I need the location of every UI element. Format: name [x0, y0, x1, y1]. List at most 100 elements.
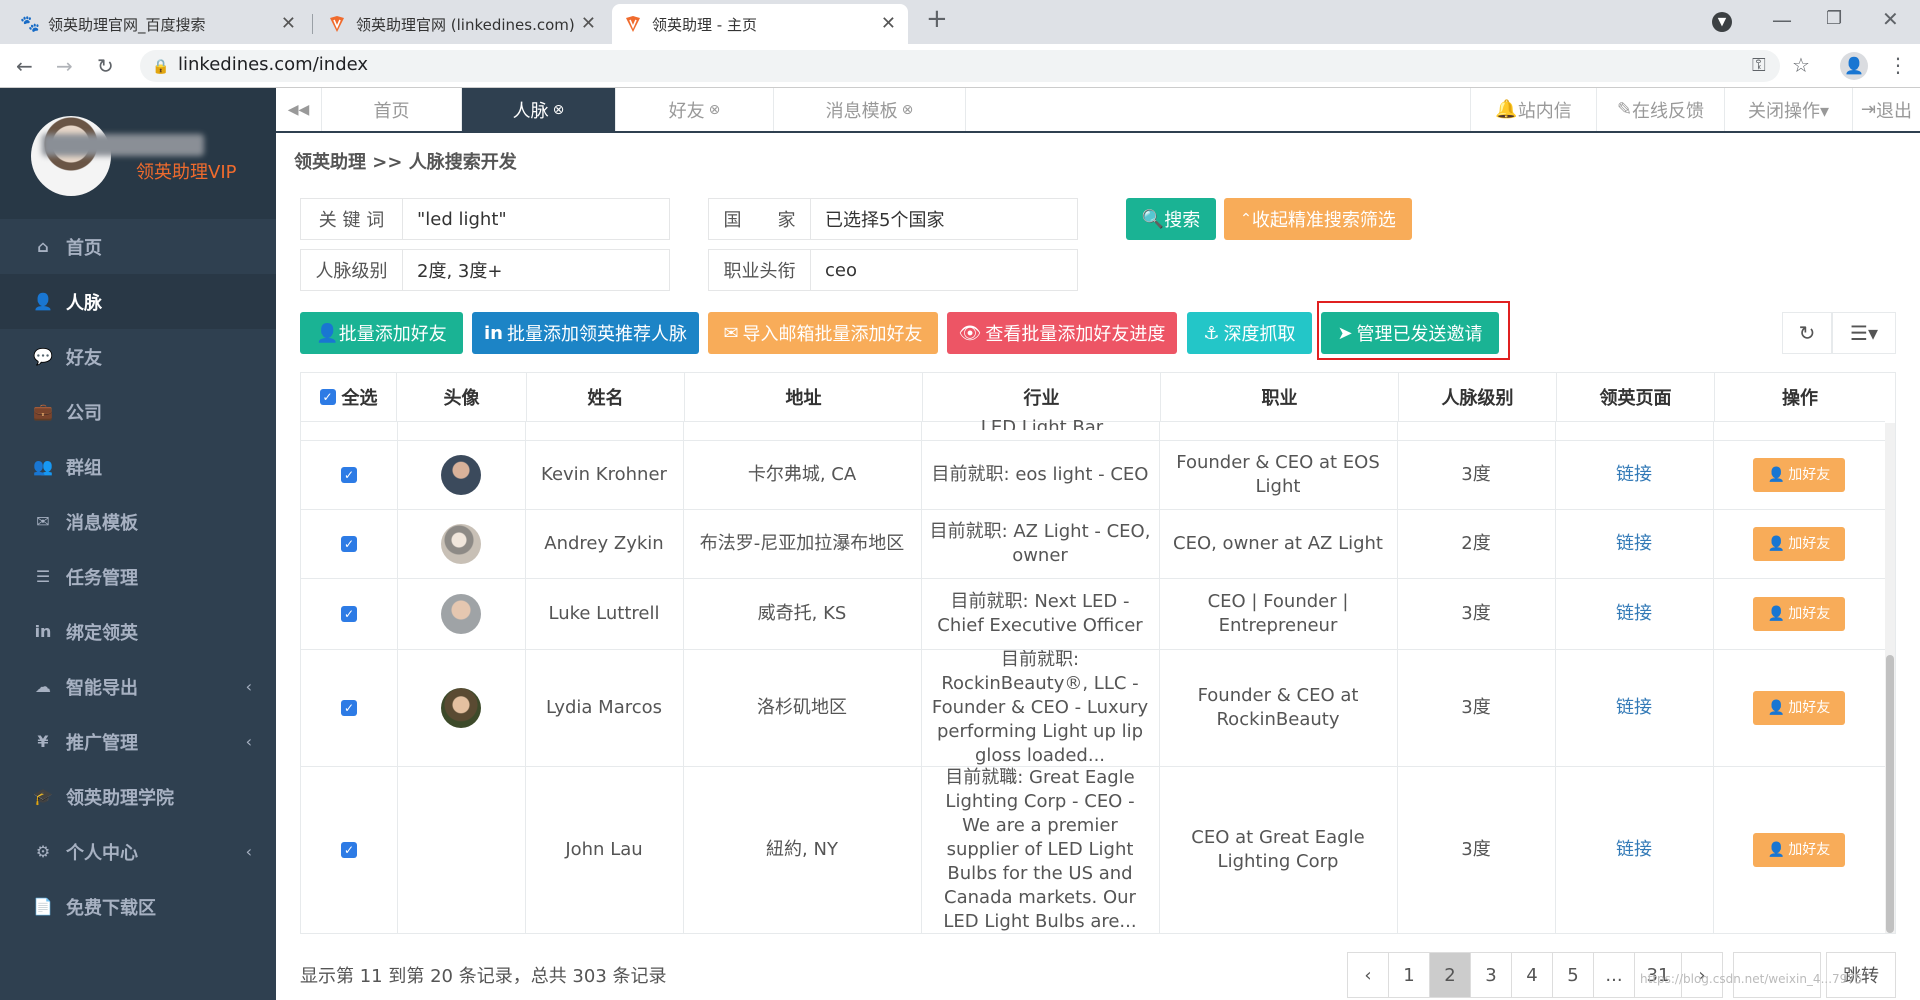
job-title-input[interactable]: ceo — [811, 250, 1077, 290]
table-row-5-select[interactable]: ✓ — [301, 767, 397, 933]
row-checkbox[interactable]: ✓ — [341, 536, 357, 552]
columns-toggle-button[interactable]: ☰▾ — [1832, 312, 1896, 354]
add-friend-button[interactable]: 👤 加好友 — [1753, 691, 1845, 725]
select-all-checkbox[interactable]: ✓ — [319, 388, 336, 405]
page-prev[interactable]: ‹ — [1347, 952, 1389, 998]
table-row-1-select[interactable]: ✓ — [301, 441, 397, 509]
batch-add-friends-button[interactable]: 👤 批量添加好友 — [300, 312, 463, 354]
sidebar-item-friends[interactable]: 💬 好友 — [0, 329, 276, 384]
contact-job: Founder & CEO at EOS Light — [1176, 452, 1380, 497]
table-row-3-select[interactable]: ✓ — [301, 579, 397, 649]
view-progress-button[interactable]: 👁 查看批量添加好友进度 — [947, 312, 1177, 354]
keyword-field: 关 键 词 "led light" — [300, 198, 670, 240]
tab-friends[interactable]: 好友 ⊗ — [616, 88, 774, 131]
sidebar-item-bind-linkedin[interactable]: in 绑定领英 — [0, 604, 276, 659]
sidebar-item-company[interactable]: 💼 公司 — [0, 384, 276, 439]
connection-level-select[interactable]: 2度, 3度+ — [403, 250, 669, 290]
collapse-filters-button[interactable]: ⌃ 收起精准搜索筛选 — [1224, 198, 1412, 240]
row-checkbox[interactable]: ✓ — [341, 842, 357, 858]
country-label: 国 家 — [709, 199, 811, 239]
page-5[interactable]: 5 — [1552, 952, 1594, 998]
sidebar-item-home[interactable]: ⌂ 首页 — [0, 219, 276, 274]
sidebar-item-profile[interactable]: ⚙ 个人中心 ‹ — [0, 824, 276, 879]
page-3[interactable]: 3 — [1470, 952, 1512, 998]
forward-arrow-icon[interactable]: → — [56, 56, 73, 76]
add-friend-button[interactable]: 👤 加好友 — [1753, 597, 1845, 631]
window-close-icon[interactable]: ✕ — [1882, 9, 1899, 29]
table-scrollbar-thumb[interactable] — [1886, 655, 1894, 933]
url-text[interactable]: linkedines.com/index — [178, 54, 368, 75]
feedback-link[interactable]: ✎ 在线反馈 — [1596, 88, 1724, 131]
row-checkbox[interactable]: ✓ — [341, 606, 357, 622]
user-avatar — [31, 116, 111, 196]
keyword-input[interactable]: "led light" — [403, 199, 669, 239]
row-checkbox[interactable]: ✓ — [341, 467, 357, 483]
sidebar-item-connections[interactable]: 👤 人脉 — [0, 274, 276, 329]
select-all-header[interactable]: ✓ 全选 — [301, 372, 397, 422]
add-friend-button[interactable]: 👤 加好友 — [1753, 527, 1845, 561]
tab-connections[interactable]: 人脉 ⊗ — [462, 88, 616, 131]
maximize-icon[interactable]: ❐ — [1826, 9, 1842, 29]
linkedin-profile-link[interactable]: 链接 — [1616, 463, 1652, 487]
contact-name: Lydia Marcos — [545, 697, 663, 718]
page-2-current[interactable]: 2 — [1429, 952, 1471, 998]
linkedin-profile-link[interactable]: 链接 — [1616, 532, 1652, 556]
browser-tab-home-active[interactable]: 领英助理 - 主页 ✕ — [612, 4, 908, 44]
tabs-scroll-left-icon[interactable]: ◀◀ — [276, 88, 322, 131]
minimize-icon[interactable]: — — [1772, 10, 1792, 30]
page-1[interactable]: 1 — [1388, 952, 1430, 998]
close-operations-dropdown[interactable]: 关闭操作▾ — [1724, 88, 1852, 131]
breadcrumb-root[interactable]: 领英助理 — [294, 152, 366, 173]
lock-icon[interactable]: 🔒 — [152, 57, 169, 77]
sidebar-item-downloads[interactable]: 📄 免费下载区 — [0, 879, 276, 934]
tab-close-icon[interactable]: ⊗ — [709, 102, 721, 118]
country-select[interactable]: 已选择5个国家 — [811, 199, 1077, 239]
add-friend-button[interactable]: 👤 加好友 — [1753, 833, 1845, 867]
sidebar-item-groups[interactable]: 👥 群组 — [0, 439, 276, 494]
row-checkbox[interactable]: ✓ — [341, 700, 357, 716]
linkedin-profile-link[interactable]: 链接 — [1616, 696, 1652, 720]
column-header-address: 地址 — [685, 372, 923, 422]
browser-tab-baidu[interactable]: 🐾 领英助理官网_百度搜索 ✕ — [8, 4, 308, 44]
table-row-4-select[interactable]: ✓ — [301, 650, 397, 766]
contact-level: 3度 — [1461, 464, 1491, 485]
page-4[interactable]: 4 — [1511, 952, 1553, 998]
inbox-link[interactable]: 🔔 站内信 — [1470, 88, 1596, 131]
new-tab-button[interactable]: + — [926, 6, 948, 32]
profile-icon[interactable]: 👤 — [1840, 52, 1868, 80]
sidebar-item-academy[interactable]: 🎓 领英助理学院 — [0, 769, 276, 824]
reload-icon[interactable]: ↻ — [97, 56, 114, 76]
contact-name: Luke Luttrell — [548, 603, 660, 624]
add-friend-button[interactable]: 👤 加好友 — [1753, 458, 1845, 492]
refresh-button[interactable]: ↻ — [1782, 312, 1832, 354]
sidebar-item-promotion[interactable]: ¥ 推广管理 ‹ — [0, 714, 276, 769]
sidebar-item-tasks[interactable]: ☰ 任务管理 — [0, 549, 276, 604]
browser-tab-linkedines[interactable]: 领英助理官网 (linkedines.com) ✕ — [316, 4, 608, 44]
tab-close-icon[interactable]: ✕ — [581, 13, 596, 34]
tab-close-icon[interactable]: ✕ — [281, 13, 296, 34]
contact-industry: 目前就职: Next LED - Chief Executive Officer — [937, 591, 1143, 636]
logout-link[interactable]: ⇥ 退出 — [1852, 88, 1920, 131]
tab-close-icon[interactable]: ⊗ — [553, 102, 565, 118]
column-header-linkedin: 领英页面 — [1557, 372, 1715, 422]
key-icon[interactable]: ⚿ — [1752, 56, 1766, 76]
tab-home[interactable]: 首页 — [322, 88, 462, 131]
deep-crawl-button[interactable]: ⚓ 深度抓取 — [1187, 312, 1312, 354]
back-arrow-icon[interactable]: ← — [16, 56, 33, 76]
table-row-2-select[interactable]: ✓ — [301, 510, 397, 578]
tab-message-templates[interactable]: 消息模板 ⊗ — [774, 88, 966, 131]
search-button[interactable]: 🔍 搜索 — [1126, 198, 1216, 240]
sidebar-item-export[interactable]: ☁ 智能导出 ‹ — [0, 659, 276, 714]
address-bar[interactable] — [140, 50, 1780, 82]
tab-close-icon[interactable]: ⊗ — [902, 102, 914, 118]
import-email-button[interactable]: ✉ 导入邮箱批量添加好友 — [708, 312, 938, 354]
star-icon[interactable]: ☆ — [1792, 55, 1810, 75]
tab-close-icon[interactable]: ✕ — [881, 13, 896, 34]
linkedin-profile-link[interactable]: 链接 — [1616, 602, 1652, 626]
menu-dots-icon[interactable]: ⋮ — [1888, 55, 1908, 75]
sidebar-item-message-templates[interactable]: ✉ 消息模板 — [0, 494, 276, 549]
batch-add-recommended-button[interactable]: in 批量添加领英推荐人脉 — [472, 312, 699, 354]
linkedin-profile-link[interactable]: 链接 — [1616, 838, 1652, 862]
tab-search-icon[interactable]: ▼ — [1712, 12, 1732, 32]
breadcrumb-current: 人脉搜索开发 — [408, 152, 517, 173]
